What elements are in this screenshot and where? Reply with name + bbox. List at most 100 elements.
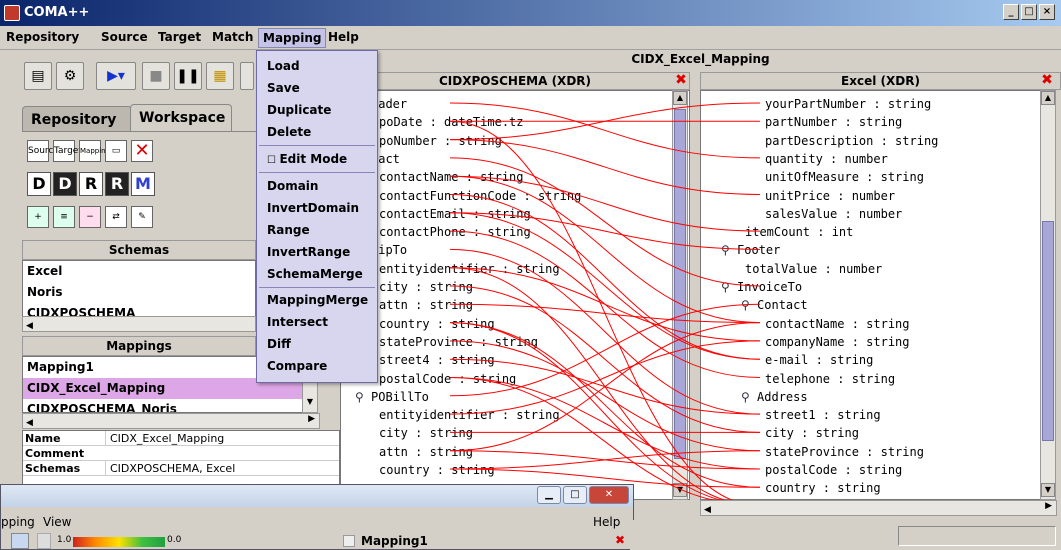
gear-icon: ⚙ bbox=[63, 68, 77, 84]
schema-item[interactable]: CIDXPOSCHEMA bbox=[23, 303, 255, 316]
diff-icon[interactable]: − bbox=[79, 206, 101, 228]
status-field bbox=[898, 526, 1056, 546]
sub-menu-view[interactable]: View bbox=[43, 515, 71, 529]
range-button[interactable]: R bbox=[79, 172, 103, 196]
schemas-hscroll[interactable]: ◀ bbox=[22, 316, 256, 332]
menu-item-duplicate[interactable]: Duplicate bbox=[257, 99, 377, 121]
scale-max-label: 1.0 bbox=[57, 535, 72, 545]
open-repository-button[interactable]: ▤ bbox=[24, 62, 52, 90]
menu-match[interactable]: Match bbox=[212, 30, 253, 44]
compare-icon[interactable]: ⇄ bbox=[105, 206, 127, 228]
pencil-icon[interactable]: ✎ bbox=[131, 206, 153, 228]
domain-button[interactable]: D bbox=[27, 172, 51, 196]
document-icon[interactable]: ▭ bbox=[105, 140, 127, 162]
sub-toolbar-icon[interactable] bbox=[37, 533, 51, 549]
mapping-line[interactable] bbox=[449, 322, 761, 488]
sub-menu-mapping[interactable]: pping bbox=[1, 515, 35, 529]
merge-button[interactable]: M bbox=[131, 172, 155, 196]
menu-help[interactable]: Help bbox=[328, 30, 359, 44]
stop-button[interactable]: ■ bbox=[142, 62, 170, 90]
match-dropdown-button[interactable]: ▶▾ bbox=[96, 62, 136, 90]
schema-item[interactable]: Noris bbox=[23, 282, 255, 303]
window-button[interactable]: ▦ bbox=[206, 62, 234, 90]
more-button[interactable] bbox=[240, 62, 254, 90]
sub-menu-help[interactable]: Help bbox=[593, 515, 620, 529]
menu-item-mapping-merge[interactable]: MappingMerge bbox=[257, 289, 377, 311]
sub-close-button[interactable]: ✕ bbox=[589, 486, 629, 504]
mapping-line[interactable] bbox=[449, 102, 761, 159]
close-source-icon[interactable]: ✖ bbox=[674, 73, 688, 87]
scale-min-label: 0.0 bbox=[167, 535, 182, 545]
menu-item-domain[interactable]: Domain bbox=[257, 175, 377, 197]
invert-domain-button[interactable]: D bbox=[53, 172, 77, 196]
menu-item-edit-mode[interactable]: ☐ Edit Mode bbox=[257, 148, 377, 170]
maximize-button[interactable]: □ bbox=[1021, 4, 1037, 20]
mapping-line[interactable] bbox=[449, 175, 761, 324]
menu-item-range[interactable]: Range bbox=[257, 219, 377, 241]
target-scroll-thumb[interactable] bbox=[1042, 221, 1054, 441]
sub-minimize-button[interactable]: ▁ bbox=[537, 486, 561, 504]
window-title: COMA++ bbox=[24, 5, 90, 20]
mapping-line[interactable] bbox=[449, 212, 761, 360]
scroll-down-icon[interactable]: ▼ bbox=[1041, 483, 1055, 497]
menu-item-invert-range[interactable]: InvertRange bbox=[257, 241, 377, 263]
checkbox-icon: ☐ bbox=[267, 155, 280, 166]
intersect-icon[interactable]: ≡ bbox=[53, 206, 75, 228]
mapping-line[interactable] bbox=[449, 340, 761, 452]
menu-item-save[interactable]: Save bbox=[257, 77, 377, 99]
menu-target[interactable]: Target bbox=[158, 30, 201, 44]
mapping-line[interactable] bbox=[449, 175, 761, 232]
sub-maximize-button[interactable]: □ bbox=[563, 486, 587, 504]
sub-toolbar-icon[interactable] bbox=[11, 533, 29, 549]
schema-item[interactable]: Excel bbox=[23, 261, 255, 282]
target-icon[interactable]: Target bbox=[53, 140, 82, 162]
menu-item-invert-domain[interactable]: InvertDomain bbox=[257, 197, 377, 219]
schemas-list: Excel Noris CIDXPOSCHEMA bbox=[22, 260, 256, 317]
mapping-title: CIDX_Excel_Mapping bbox=[631, 52, 770, 66]
mapping-icon[interactable]: Mapping bbox=[79, 140, 110, 162]
mapping-line[interactable] bbox=[449, 212, 761, 250]
mapping-line[interactable] bbox=[449, 377, 761, 470]
tab-workspace[interactable]: Workspace bbox=[130, 104, 232, 132]
menu-item-intersect[interactable]: Intersect bbox=[257, 311, 377, 333]
source-icon[interactable]: Source bbox=[27, 140, 59, 162]
close-target-icon[interactable]: ✖ bbox=[1040, 73, 1054, 87]
mapping-line[interactable] bbox=[449, 303, 761, 397]
add-icon[interactable]: + bbox=[27, 206, 49, 228]
mapping-item[interactable]: CIDXPOSCHEMA_Noris bbox=[23, 399, 303, 412]
minimize-button[interactable]: _ bbox=[1003, 4, 1019, 20]
settings-button[interactable]: ⚙ bbox=[56, 62, 84, 90]
mapping-line[interactable] bbox=[449, 139, 761, 195]
invert-range-button[interactable]: R bbox=[105, 172, 129, 196]
menu-item-compare[interactable]: Compare bbox=[257, 355, 377, 377]
mapping-line[interactable] bbox=[449, 248, 761, 415]
menu-repository[interactable]: Repository bbox=[6, 30, 79, 44]
mapping-line[interactable] bbox=[449, 340, 761, 415]
tab-repository[interactable]: Repository bbox=[22, 106, 132, 132]
stop-icon: ■ bbox=[149, 68, 163, 84]
scroll-up-icon[interactable]: ▲ bbox=[1041, 91, 1055, 105]
mappings-hscroll[interactable]: ◀ ▶ bbox=[22, 413, 320, 429]
property-row: Schemas CIDXPOSCHEMA, Excel bbox=[23, 461, 339, 476]
property-row: Comment bbox=[23, 446, 339, 461]
menu-source[interactable]: Source bbox=[101, 30, 148, 44]
steps-button[interactable]: ❚❚ bbox=[174, 62, 202, 90]
close-button[interactable]: × bbox=[1039, 4, 1055, 20]
menu-item-delete[interactable]: Delete bbox=[257, 121, 377, 143]
schemas-header: Schemas bbox=[22, 240, 256, 260]
close-mapping-icon[interactable]: ✖ bbox=[615, 533, 625, 547]
properties-table: Name CIDX_Excel_Mapping Comment Schemas CI… bbox=[22, 430, 340, 486]
menu-item-diff[interactable]: Diff bbox=[257, 333, 377, 355]
target-vscroll[interactable]: ▲ ▼ bbox=[1040, 90, 1056, 500]
menu-mapping[interactable]: Mapping bbox=[258, 28, 327, 48]
checkbox-icon[interactable] bbox=[343, 535, 355, 547]
target-hscroll[interactable]: ◀ ▶ bbox=[700, 500, 1057, 516]
delete-icon[interactable]: ✕ bbox=[131, 140, 153, 162]
menu-item-schema-merge[interactable]: SchemaMerge bbox=[257, 263, 377, 285]
mappings-vscroll[interactable]: ▼ bbox=[302, 380, 318, 413]
menu-separator bbox=[259, 145, 375, 146]
menu-item-load[interactable]: Load bbox=[257, 55, 377, 77]
mapping-line[interactable] bbox=[449, 450, 761, 470]
mapping-line[interactable] bbox=[449, 157, 761, 287]
mapping-lines bbox=[449, 102, 761, 500]
